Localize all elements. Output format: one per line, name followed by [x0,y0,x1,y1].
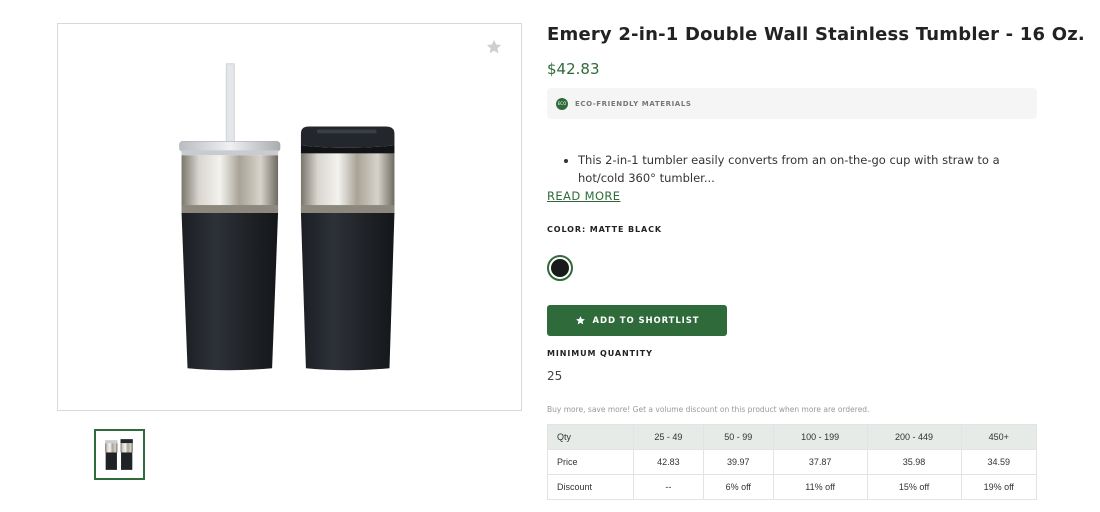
color-swatch-matte-black[interactable] [547,255,573,281]
table-cell: 100 - 199 [772,424,868,450]
table-cell: 39.97 [702,449,774,475]
table-cell: 25 - 49 [633,424,704,450]
table-cell: 42.83 [633,449,704,475]
table-cell: 37.87 [772,449,868,475]
table-cell: 15% off [866,474,962,500]
table-cell: -- [633,474,704,500]
add-to-shortlist-label: ADD TO SHORTLIST [592,315,700,326]
color-label: COLOR: MATTE BLACK [547,225,662,234]
product-price: $42.83 [547,60,600,78]
gallery-thumbnail[interactable] [94,429,145,480]
table-row: Discount -- 6% off 11% off 15% off 19% o… [547,474,1037,500]
table-row-header: Discount [547,474,634,500]
table-row-header: Price [547,449,634,475]
table-cell: 50 - 99 [702,424,774,450]
star-icon [575,316,585,325]
table-cell: 6% off [702,474,774,500]
product-image-main [57,23,522,411]
table-row: Price 42.83 39.97 37.87 35.98 34.59 [547,449,1037,475]
product-title: Emery 2-in-1 Double Wall Stainless Tumbl… [547,24,1085,45]
product-description: This 2-in-1 tumbler easily converts from… [547,151,1017,187]
tumbler-thumbnail-image [105,439,133,470]
table-cell: 11% off [772,474,868,500]
table-cell: 200 - 449 [866,424,962,450]
description-bullet: This 2-in-1 tumbler easily converts from… [578,151,1017,187]
tumbler-product-image [179,63,395,371]
table-cell: 450+ [960,424,1037,450]
read-more-link[interactable]: READ MORE [547,189,620,203]
star-icon [486,39,502,54]
minimum-quantity-value: 25 [547,369,563,383]
eco-friendly-label: ECO-FRIENDLY MATERIALS [575,99,692,108]
eco-leaf-icon: ECO [556,97,568,110]
table-cell: 34.59 [960,449,1037,475]
table-row: Qty 25 - 49 50 - 99 100 - 199 200 - 449 … [547,424,1037,450]
add-to-shortlist-button[interactable]: ADD TO SHORTLIST [547,305,727,336]
volume-pricing-table: Qty 25 - 49 50 - 99 100 - 199 200 - 449 … [547,424,1037,500]
minimum-quantity-label: MINIMUM QUANTITY [547,349,653,358]
table-cell: 19% off [960,474,1037,500]
favorite-button[interactable] [483,36,505,58]
swatch-fill [551,259,569,277]
eco-friendly-banner: ECO ECO-FRIENDLY MATERIALS [547,88,1037,119]
volume-discount-note: Buy more, save more! Get a volume discou… [547,405,870,414]
table-row-header: Qty [547,424,634,450]
table-cell: 35.98 [866,449,962,475]
